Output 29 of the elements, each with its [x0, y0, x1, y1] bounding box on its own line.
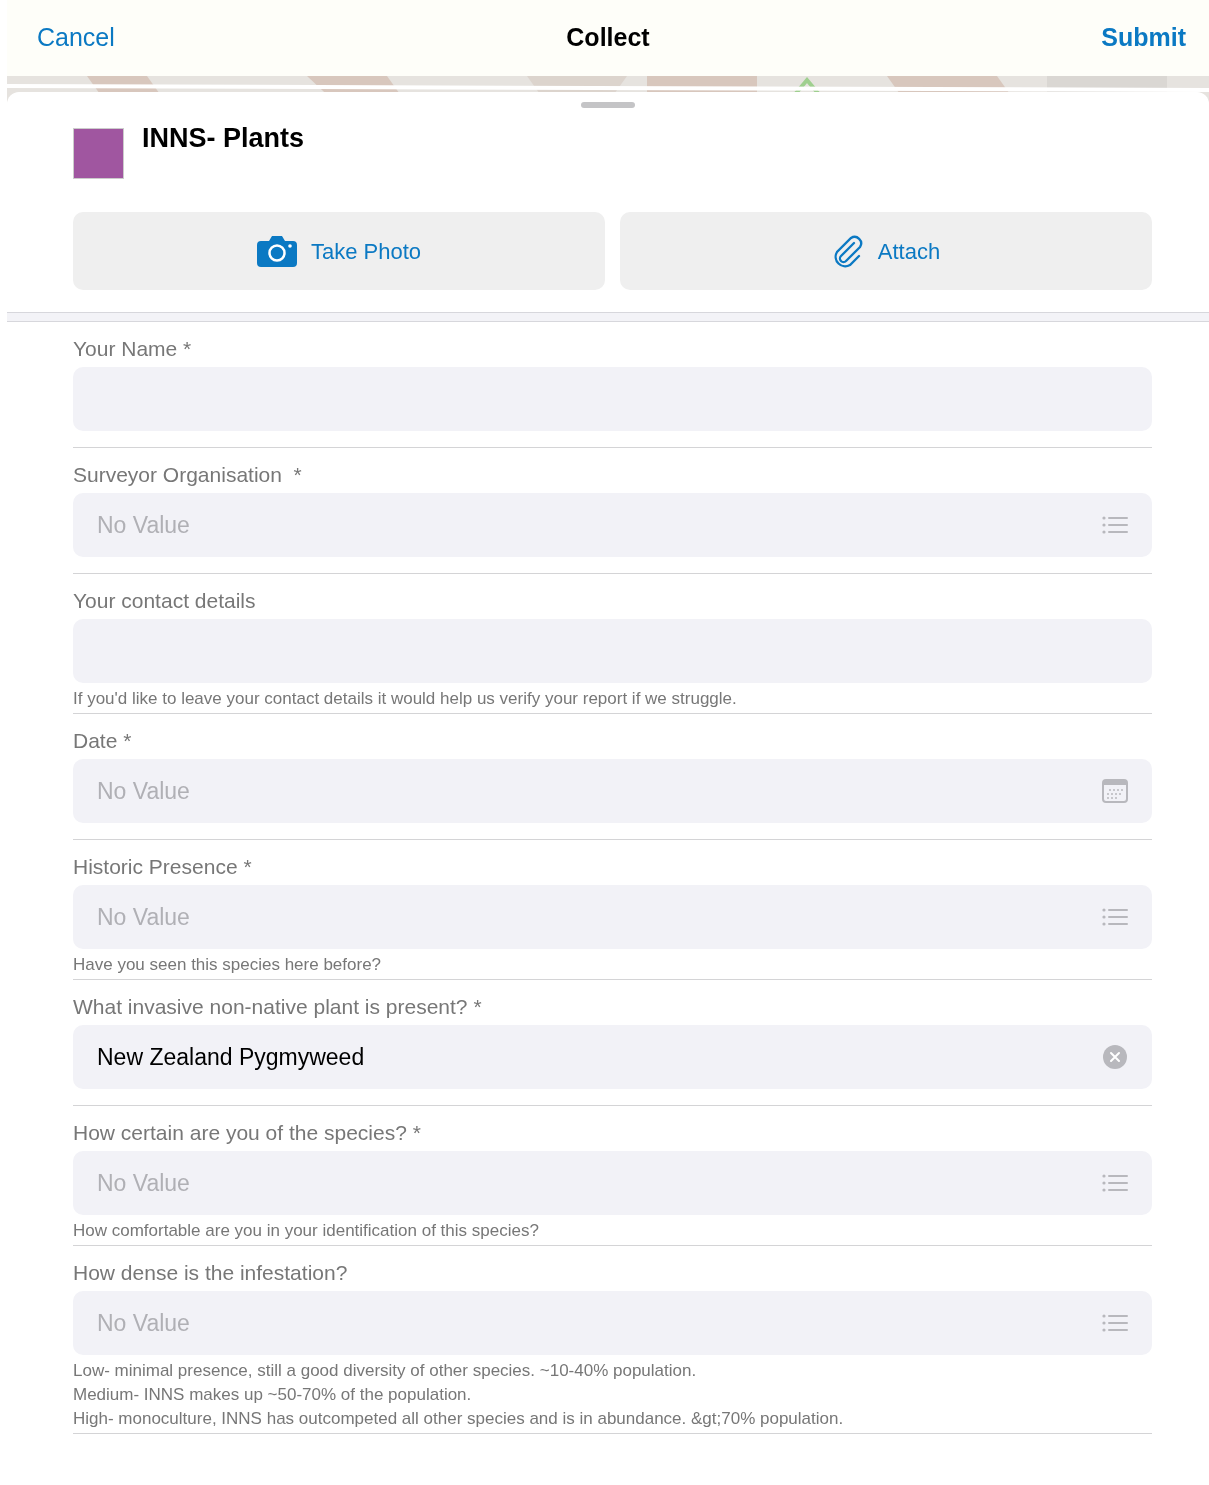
- help-text: Medium- INNS makes up ~50-70% of the population.: [73, 1384, 473, 1406]
- field-label: Your contact details: [73, 588, 257, 614]
- help-text: If you'd like to leave your contact details it would help us verify your report if we struggle.: [73, 688, 738, 710]
- field-label: Date *: [73, 728, 133, 754]
- list-icon: [1102, 1314, 1128, 1332]
- layer-title: INNS- Plants: [142, 122, 305, 155]
- calendar-icon: [1102, 779, 1128, 803]
- screen-title: Collect: [566, 22, 650, 54]
- camera-icon: [256, 235, 297, 267]
- list-icon: [1102, 908, 1128, 926]
- clear-icon[interactable]: [1102, 1044, 1128, 1070]
- help-text: How comfortable are you in your identification of this species?: [73, 1220, 540, 1242]
- field-label: Surveyor Organisation *: [73, 462, 303, 488]
- field-label: Your Name *: [73, 336, 193, 362]
- field-label: Historic Presence *: [73, 854, 253, 880]
- list-icon: [1102, 1174, 1128, 1192]
- submit-button[interactable]: Submit: [1101, 19, 1186, 57]
- take-photo-button[interactable]: Take Photo: [73, 212, 605, 290]
- help-text: Have you seen this species here before?: [73, 954, 383, 976]
- field-label: How certain are you of the species? *: [73, 1120, 422, 1146]
- sheet-handle[interactable]: [581, 102, 635, 108]
- list-icon: [1102, 516, 1128, 534]
- help-text: Low- minimal presence, still a good diversity of other species. ~10-40% population.: [73, 1360, 698, 1382]
- attach-button[interactable]: Attach: [620, 212, 1152, 290]
- help-text: High- monoculture, INNS has outcompeted all other species and is in abundance. &gt;70% population.: [73, 1408, 845, 1430]
- cancel-button[interactable]: Cancel: [37, 19, 115, 57]
- input-field[interactable]: New Zealand Pygmyweed: [73, 1025, 1152, 1089]
- field-label: How dense is the infestation?: [73, 1260, 349, 1286]
- field-label: What invasive non-native plant is present? *: [73, 994, 483, 1020]
